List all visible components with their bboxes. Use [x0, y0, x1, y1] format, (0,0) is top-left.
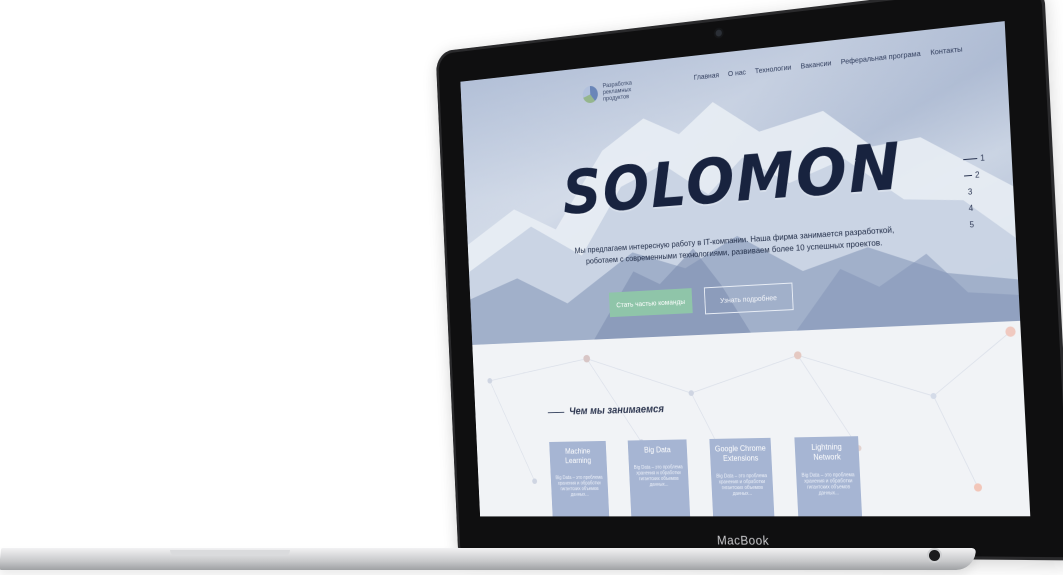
slide-navigation: 1 2 3 4 5 [963, 149, 989, 233]
card-text: Big Data – это проблема хранения и обраб… [800, 472, 857, 496]
nav-link-contacts[interactable]: Контакты [930, 44, 963, 57]
slide-nav-item[interactable]: 3 [964, 182, 986, 200]
site-logo[interactable]: Разработка рекламных продуктов [582, 78, 646, 104]
logo-text: Разработка рекламных продуктов [602, 78, 645, 102]
nav-link-home[interactable]: Главная [694, 70, 720, 81]
nav-links: Главная О нас Технологии Вакансии Рефера… [694, 44, 963, 81]
nav-link-about[interactable]: О нас [728, 68, 746, 79]
card-text: Big Data – это проблема хранения и обраб… [554, 475, 605, 498]
card-text: Big Data – это проблема хранения и обраб… [715, 473, 770, 497]
card-title: Big Data [631, 445, 683, 455]
slide-nav-item[interactable]: 2 [964, 166, 986, 184]
nav-link-technologies[interactable]: Технологии [755, 63, 792, 76]
service-card[interactable]: Lightning Network Big Data – это проблем… [794, 436, 862, 516]
card-title: Google Chrome Extensions [713, 444, 768, 464]
nav-link-referral[interactable]: Реферальная програма [841, 49, 921, 66]
service-cards: Machine Learning Big Data – это проблема… [549, 436, 862, 516]
logo-icon [582, 85, 598, 103]
slide-nav-item[interactable]: 5 [966, 215, 988, 233]
service-card[interactable]: Google Chrome Extensions Big Data – это … [709, 438, 774, 517]
card-text: Big Data – это проблема хранения и обраб… [632, 464, 685, 487]
services-section: Чем мы занимаемся Machine Learning Big D… [472, 321, 1030, 517]
join-team-button[interactable]: Стать частью команды [609, 288, 693, 317]
hero-section: Разработка рекламных продуктов Главная О… [460, 21, 1020, 345]
card-title: Lightning Network [798, 442, 855, 463]
service-card[interactable]: Big Data Big Data – это проблема хранени… [628, 439, 691, 516]
learn-more-button[interactable]: Узнать подробнее [704, 283, 794, 315]
laptop-screen: Разработка рекламных продуктов Главная О… [460, 21, 1030, 516]
nav-link-vacancies[interactable]: Вакансии [800, 58, 831, 70]
service-card[interactable]: Machine Learning Big Data – это проблема… [549, 441, 609, 516]
laptop-mockup: Разработка рекламных продуктов Главная О… [0, 0, 1063, 575]
laptop-lid: Разработка рекламных продуктов Главная О… [436, 0, 1063, 560]
card-title: Machine Learning [553, 447, 604, 466]
camera-icon [715, 29, 722, 36]
slide-nav-item[interactable]: 4 [965, 199, 987, 217]
power-button-icon [929, 550, 940, 561]
slide-nav-item[interactable]: 1 [963, 149, 985, 167]
laptop-base [0, 548, 976, 570]
laptop-notch [170, 550, 290, 556]
